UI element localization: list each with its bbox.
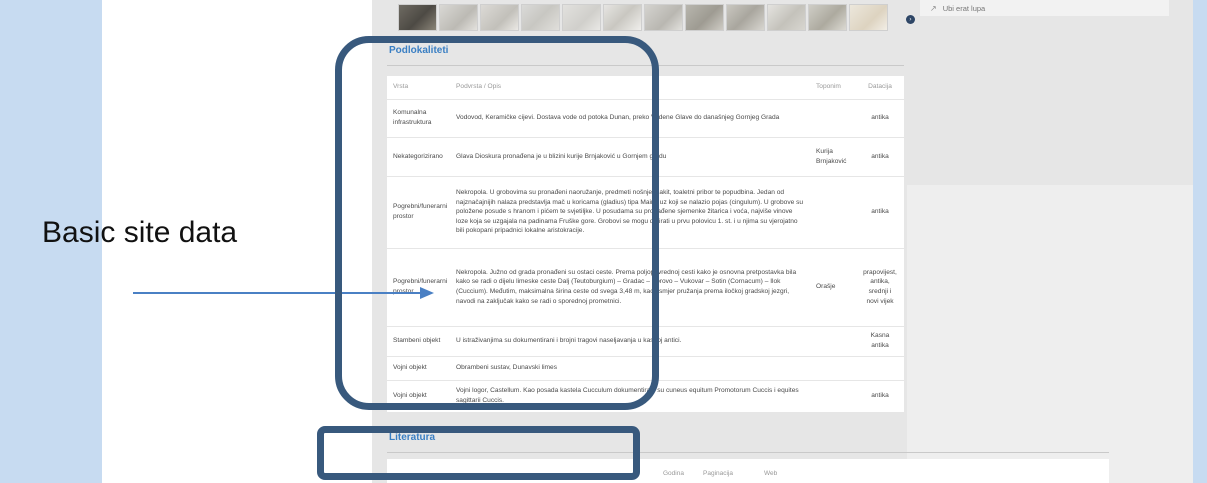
podlokaliteti-highlight-frame: [335, 36, 659, 410]
literatura-highlight-frame: [317, 426, 640, 480]
